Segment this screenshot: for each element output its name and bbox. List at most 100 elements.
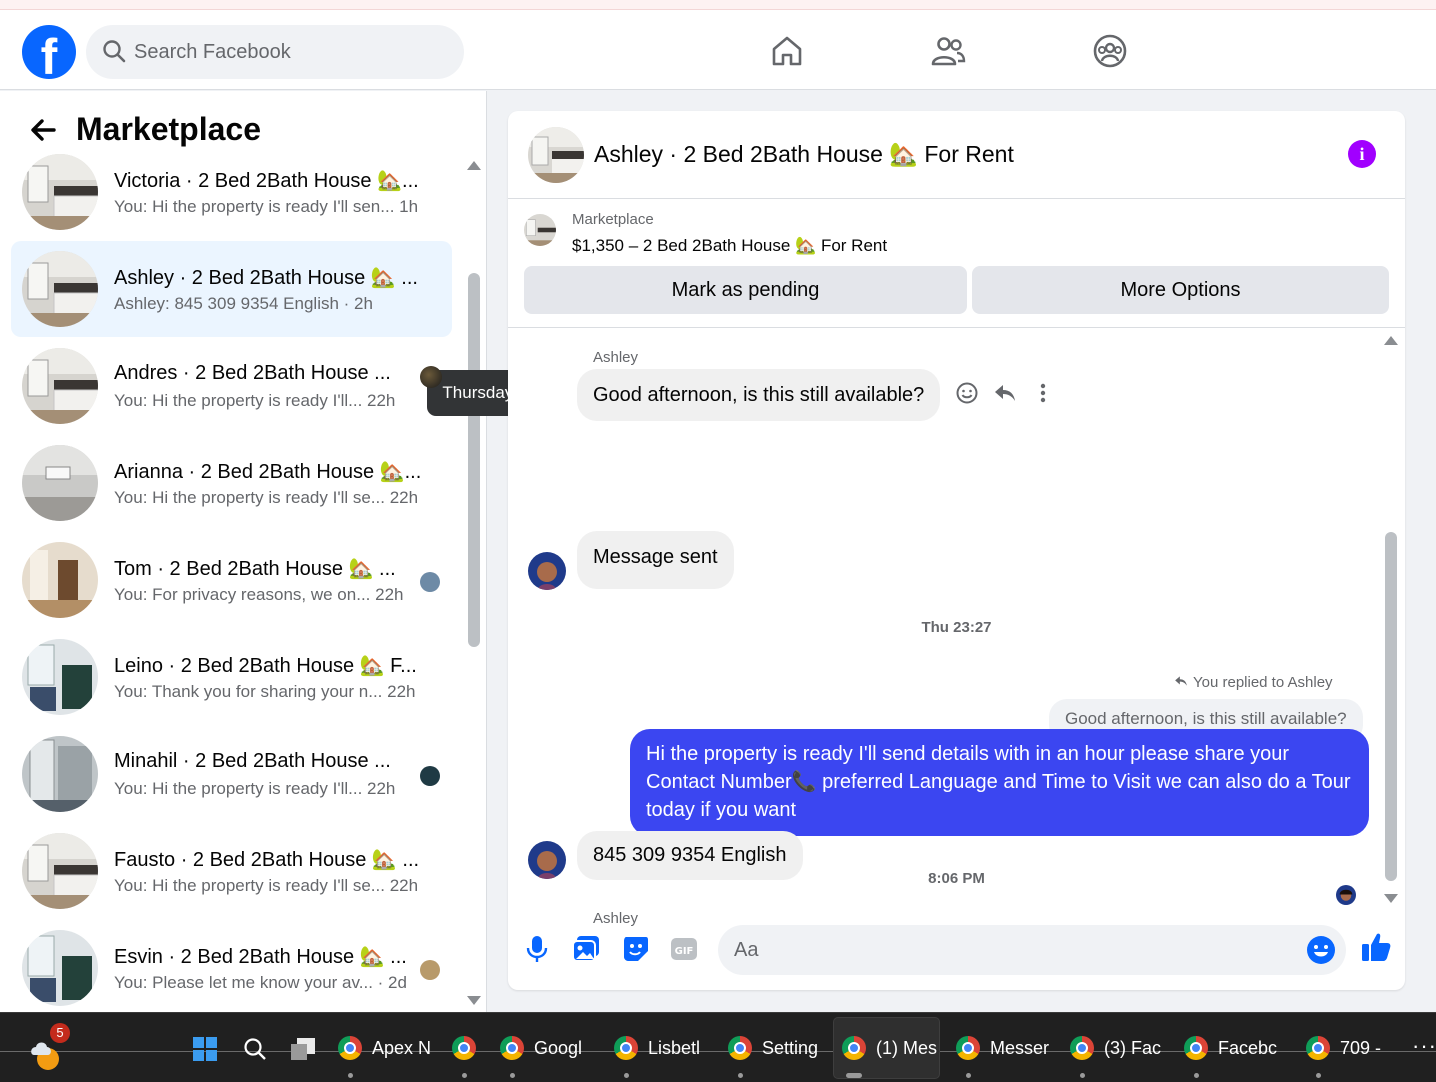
conversation-item[interactable]: Fausto · 2 Bed 2Bath House 🏡 ... You: Hi … — [11, 823, 452, 919]
photo-icon[interactable] — [572, 935, 600, 963]
info-icon[interactable]: i — [1348, 140, 1376, 168]
react-emoji-icon[interactable] — [955, 381, 979, 405]
incoming-message[interactable]: Message sent — [577, 531, 734, 589]
timestamp-divider: Thu 23:27 — [921, 619, 992, 636]
taskbar-app-label: Lisbetl — [648, 1037, 701, 1058]
chrome-icon — [1070, 1036, 1094, 1060]
running-indicator — [1194, 1073, 1199, 1078]
reply-icon[interactable] — [993, 381, 1017, 405]
conversation-snippet: You: Hi the property is ready I'll sen..… — [114, 197, 419, 216]
sticker-icon[interactable] — [622, 935, 650, 963]
back-arrow-icon[interactable] — [28, 115, 58, 145]
outgoing-message[interactable]: Hi the property is ready I'll send detai… — [630, 729, 1369, 836]
chat-scrollbar[interactable] — [1385, 532, 1397, 881]
conversation-item[interactable]: Ashley · 2 Bed 2Bath House 🏡 ... Ashley: … — [11, 241, 452, 337]
message-input-box[interactable] — [718, 925, 1346, 975]
top-bar: f — [0, 0, 1436, 90]
taskbar-app[interactable] — [452, 1035, 478, 1061]
conversation-avatar — [22, 833, 98, 909]
task-view-icon[interactable] — [290, 1037, 316, 1061]
listing-avatar[interactable] — [528, 127, 584, 183]
emoji-icon[interactable] — [1306, 935, 1336, 965]
taskbar-app-label: Messer — [990, 1037, 1050, 1058]
conversation-name: Ashley · 2 Bed 2Bath House 🏡 ... — [114, 267, 418, 289]
chat-title[interactable]: Ashley · 2 Bed 2Bath House 🏡 For Rent — [594, 141, 1014, 168]
incoming-message[interactable]: 845 309 9354 English — [577, 831, 803, 880]
conversation-avatar — [22, 736, 98, 812]
gif-icon[interactable]: GIF — [670, 935, 698, 963]
running-indicator — [510, 1073, 515, 1078]
conversation-item[interactable]: Minahil · 2 Bed 2Bath House ... You: Hi t… — [11, 726, 452, 822]
conversation-avatar — [22, 542, 98, 618]
conversation-avatar — [22, 154, 98, 230]
microphone-icon[interactable] — [526, 935, 548, 963]
page-title: Marketplace — [76, 111, 261, 147]
chrome-icon — [614, 1036, 638, 1060]
taskbar-app[interactable]: Setting — [728, 1035, 818, 1061]
more-dots-icon[interactable] — [1038, 381, 1048, 405]
chrome-icon — [1184, 1036, 1208, 1060]
conversation-item[interactable]: Leino · 2 Bed 2Bath House 🏡 F... You: Tha… — [11, 629, 452, 725]
sidebar-scrollbar[interactable] — [468, 273, 480, 647]
reply-note: You replied to Ashley — [1173, 674, 1333, 691]
chrome-icon — [842, 1036, 866, 1060]
facebook-logo[interactable]: f — [22, 25, 76, 79]
home-icon[interactable] — [769, 33, 805, 69]
ashley-avatar[interactable] — [528, 841, 566, 879]
taskbar-app[interactable]: 709 - — [1306, 1035, 1381, 1061]
taskbar-app[interactable]: Googl — [500, 1035, 582, 1061]
conversation-name: Leino · 2 Bed 2Bath House 🏡 F... — [114, 655, 417, 677]
like-thumb-icon[interactable] — [1360, 931, 1392, 963]
running-indicator — [1080, 1073, 1085, 1078]
chrome-icon — [956, 1036, 980, 1060]
search-input[interactable] — [134, 25, 434, 79]
seen-avatar — [420, 366, 442, 388]
listing-thumbnail[interactable] — [524, 214, 556, 246]
read-receipt-avatar — [420, 766, 440, 786]
conversation-name: Andres · 2 Bed 2Bath House ... — [114, 362, 391, 384]
search-icon[interactable] — [243, 1037, 267, 1061]
scroll-up-arrow[interactable] — [467, 161, 481, 170]
scroll-down-arrow[interactable] — [467, 996, 481, 1005]
listing-price[interactable]: $1,350 – 2 Bed 2Bath House 🏡 For Rent — [572, 236, 887, 256]
taskbar-app[interactable]: Facebc — [1184, 1035, 1277, 1061]
incoming-message[interactable]: Good afternoon, is this still available? — [577, 369, 941, 421]
overflow-icon[interactable]: ··· — [1412, 1033, 1436, 1059]
windows-start-icon[interactable] — [193, 1037, 217, 1061]
taskbar-app[interactable]: (1) Mes — [842, 1035, 937, 1061]
read-receipt-avatar — [420, 572, 440, 592]
search-icon — [103, 40, 126, 63]
taskbar-app[interactable]: (3) Fac — [1070, 1035, 1161, 1061]
taskbar-app[interactable]: Lisbetl — [614, 1035, 700, 1061]
conversation-item[interactable]: Esvin · 2 Bed 2Bath House 🏡 ... You: Plea… — [11, 920, 452, 1012]
windows-taskbar: 5 Apex N Googl Lisbetl Setting (1) Mes Messer… — [0, 1012, 1436, 1082]
taskbar-app[interactable]: Messer — [956, 1035, 1049, 1061]
running-indicator — [846, 1073, 862, 1078]
browser-edge — [0, 0, 1436, 10]
message-input[interactable] — [734, 925, 1294, 975]
running-indicator — [1316, 1073, 1321, 1078]
chat-scroll-up-arrow[interactable] — [1384, 336, 1398, 345]
running-indicator — [966, 1073, 971, 1078]
search-box[interactable] — [86, 25, 464, 79]
conversation-snippet: You: Hi the property is ready I'll se...… — [114, 876, 419, 895]
read-receipt-avatar — [420, 960, 440, 980]
conversation-item[interactable]: Victoria · 2 Bed 2Bath House 🏡... You: Hi… — [11, 144, 452, 240]
ashley-avatar[interactable] — [528, 552, 566, 590]
listing-card: Marketplace $1,350 – 2 Bed 2Bath House 🏡… — [508, 200, 1405, 328]
friends-icon[interactable] — [930, 33, 966, 69]
conversation-name: Tom · 2 Bed 2Bath House 🏡 ... — [114, 558, 396, 580]
taskbar-app[interactable]: Apex N — [338, 1035, 431, 1061]
conversation-name: Minahil · 2 Bed 2Bath House ... — [114, 750, 391, 772]
conversation-avatar — [22, 251, 98, 327]
more-options-button[interactable]: More Options — [972, 266, 1389, 314]
groups-icon[interactable] — [1092, 33, 1128, 69]
chat-scroll-down-arrow[interactable] — [1384, 894, 1398, 903]
mark-pending-button[interactable]: Mark as pending — [524, 266, 967, 314]
conversation-item[interactable]: Tom · 2 Bed 2Bath House 🏡 ... You: For pr… — [11, 532, 452, 628]
conversation-item[interactable]: Arianna · 2 Bed 2Bath House 🏡... You: Hi … — [11, 435, 452, 531]
taskbar-app-label: Apex N — [372, 1037, 432, 1058]
conversation-item[interactable]: Andres · 2 Bed 2Bath House ... You: Hi th… — [11, 338, 452, 434]
running-indicator — [462, 1073, 467, 1078]
marketplace-sidebar: Marketplace Victoria · 2 Bed 2Bath House… — [0, 91, 487, 1012]
